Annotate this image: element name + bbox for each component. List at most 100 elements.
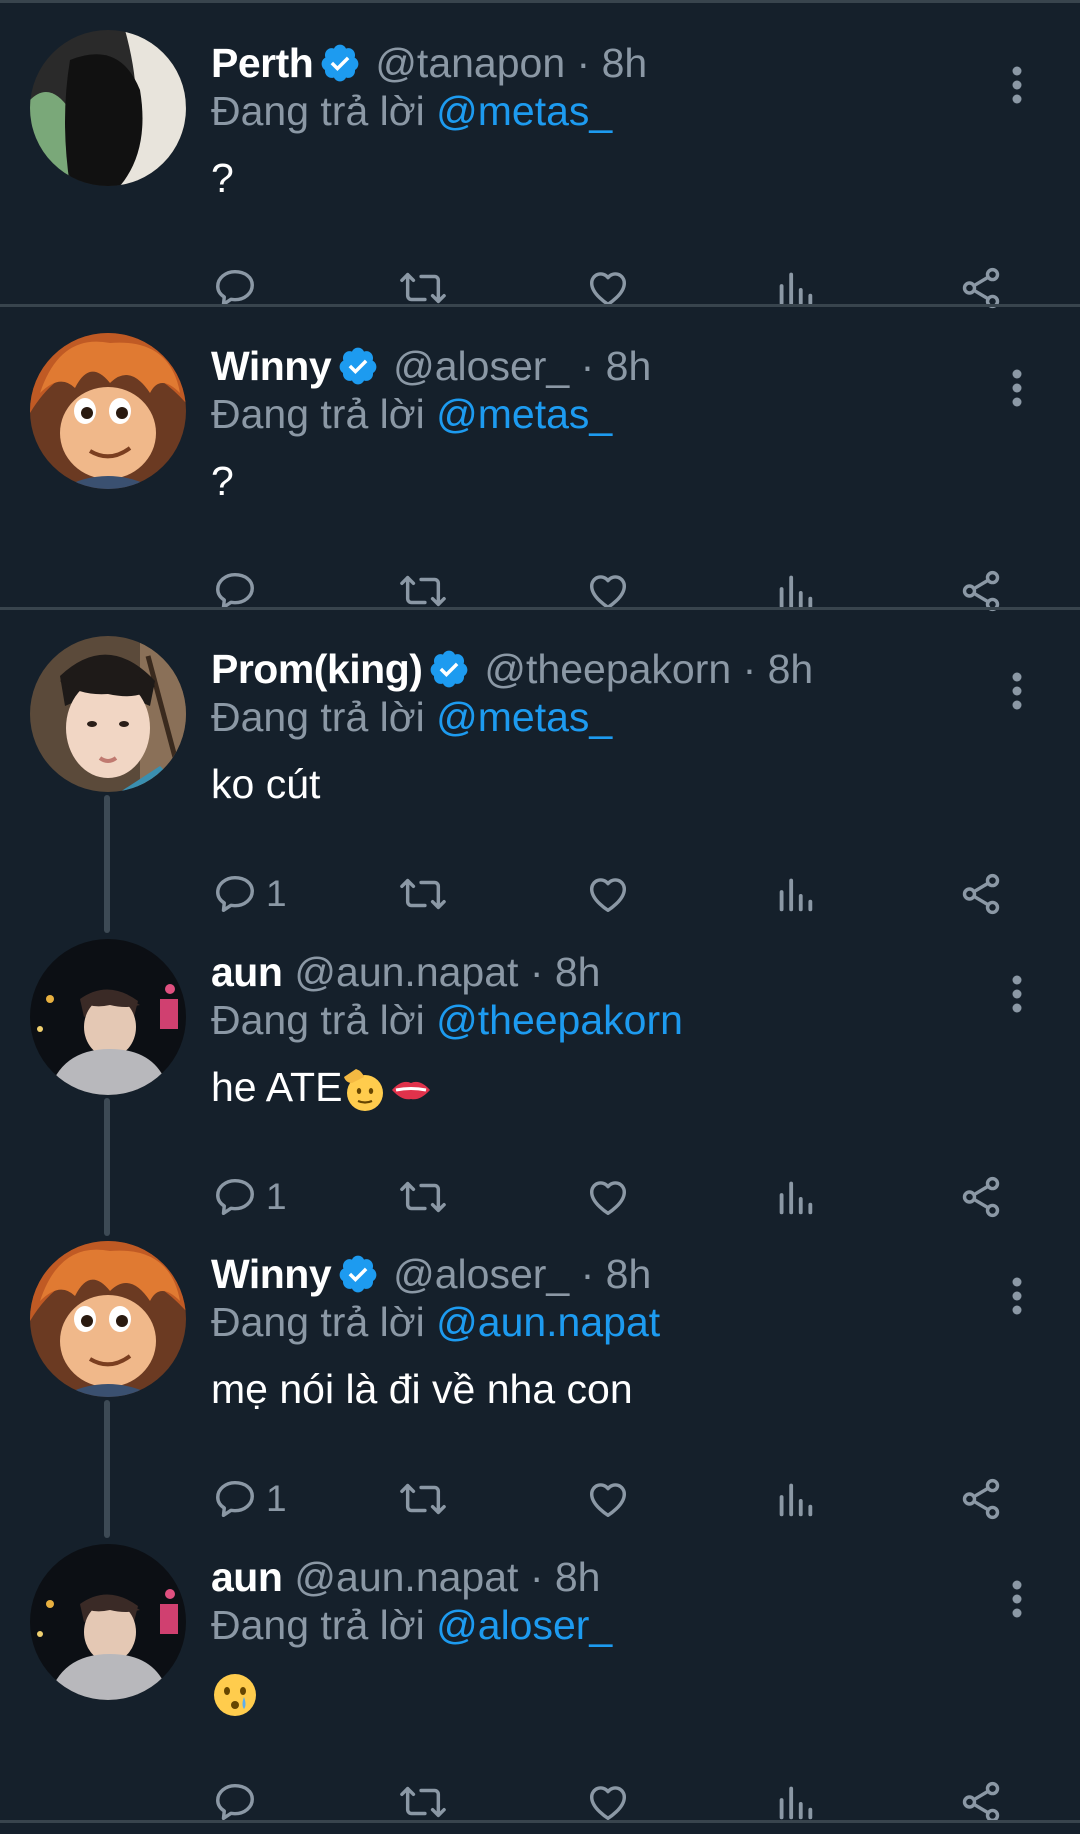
reply-button[interactable]: [212, 1770, 266, 1834]
reply-button[interactable]: 1: [212, 1467, 287, 1531]
share-button[interactable]: [958, 1165, 1004, 1229]
tweet-text: ko cút: [211, 761, 321, 807]
share-button[interactable]: [958, 1467, 1004, 1531]
reply-icon: [216, 875, 254, 913]
like-button[interactable]: [585, 1467, 631, 1531]
mention-link[interactable]: @metas_: [436, 391, 612, 437]
share-icon: [962, 1781, 1000, 1823]
replying-to: Đang trả lời @aun.napat: [211, 1297, 660, 1347]
tweet-text: he ATE: [211, 1064, 343, 1110]
handle-and-time[interactable]: @aloser_ · 8h: [393, 341, 651, 391]
more-options-icon[interactable]: [1003, 969, 1031, 1019]
display-name[interactable]: Prom(king): [211, 644, 423, 694]
views-icon: [779, 878, 813, 912]
share-button[interactable]: [958, 862, 1004, 926]
handle-and-time[interactable]: @aun.napat · 8h: [294, 1552, 600, 1602]
verified-badge-icon: [339, 347, 377, 385]
display-name[interactable]: Perth: [211, 38, 314, 88]
share-icon: [962, 1478, 1000, 1520]
mention-link[interactable]: @aloser_: [436, 1602, 612, 1648]
retweet-button[interactable]: [398, 1467, 448, 1531]
retweet-icon: [400, 1483, 446, 1515]
views-button[interactable]: [772, 1165, 818, 1229]
views-button[interactable]: [772, 1467, 818, 1531]
replying-to: Đang trả lời @metas_: [211, 692, 612, 742]
saluting-face-emoji: [344, 1069, 384, 1112]
like-button[interactable]: [585, 256, 631, 320]
retweet-button[interactable]: [398, 256, 448, 320]
views-button[interactable]: [772, 1770, 818, 1834]
views-icon: [779, 1786, 813, 1820]
reply-button[interactable]: 1: [212, 862, 287, 926]
more-options-icon[interactable]: [1003, 60, 1031, 110]
tweet-header: Winny @aloser_ · 8h: [211, 341, 651, 391]
handle-and-time[interactable]: @aun.napat · 8h: [294, 947, 600, 997]
share-icon: [962, 1176, 1000, 1218]
replying-to-label: Đang trả lời: [211, 694, 437, 740]
retweet-button[interactable]: [398, 559, 448, 623]
replying-to-label: Đang trả lời: [211, 391, 437, 437]
face-holding-back-tears-emoji: [214, 1674, 256, 1717]
avatar[interactable]: [30, 636, 186, 792]
retweet-button[interactable]: [398, 1165, 448, 1229]
more-options-icon[interactable]: [1003, 363, 1031, 413]
avatar[interactable]: [30, 939, 186, 1095]
verified-badge-icon: [321, 44, 359, 82]
retweet-button[interactable]: [398, 862, 448, 926]
display-name[interactable]: aun: [211, 947, 283, 997]
handle-and-time[interactable]: @tanapon · 8h: [375, 38, 647, 88]
action-bar: [0, 256, 1080, 320]
tweet-text-row: [211, 1667, 259, 1719]
mention-link[interactable]: @metas_: [436, 694, 612, 740]
like-icon: [589, 1483, 627, 1518]
reply-button[interactable]: 1: [212, 1165, 287, 1229]
avatar[interactable]: [30, 1241, 186, 1397]
replying-to: Đang trả lời @metas_: [211, 389, 612, 439]
like-button[interactable]: [585, 1770, 631, 1834]
action-bar: [0, 559, 1080, 623]
verified-badge-icon: [339, 1255, 377, 1293]
verified-badge-icon: [431, 650, 468, 688]
display-name[interactable]: Winny: [211, 341, 332, 391]
display-name[interactable]: Winny: [211, 1249, 332, 1299]
share-button[interactable]: [958, 559, 1004, 623]
avatar[interactable]: [30, 30, 186, 186]
views-button[interactable]: [772, 862, 818, 926]
reply-button[interactable]: [212, 559, 266, 623]
more-options-icon[interactable]: [1003, 1574, 1031, 1624]
reply-count: 1: [266, 1478, 287, 1519]
replying-to-label: Đang trả lời: [211, 1299, 437, 1345]
replying-to: Đang trả lời @metas_: [211, 86, 612, 136]
tweet-header: Winny @aloser_ · 8h: [211, 1249, 651, 1299]
like-button[interactable]: [585, 862, 631, 926]
action-bar: [0, 1770, 1080, 1834]
reply-feed: Perth @tanapon · 8h Đang trả lời @metas_…: [0, 0, 1080, 1825]
views-button[interactable]: [772, 559, 818, 623]
avatar[interactable]: [30, 333, 186, 489]
reply-count: 1: [266, 1176, 287, 1217]
tweet-text: ?: [211, 155, 234, 201]
replying-to: Đang trả lời @aloser_: [211, 1600, 612, 1650]
like-button[interactable]: [585, 1165, 631, 1229]
tweet-text: mẹ nói là đi về nha con: [211, 1366, 633, 1412]
display-name[interactable]: aun: [211, 1552, 283, 1602]
divider: [0, 0, 1080, 3]
replying-to-label: Đang trả lời: [211, 1602, 437, 1648]
reply-button[interactable]: [212, 256, 266, 320]
more-options-icon[interactable]: [1003, 1271, 1031, 1321]
handle-and-time[interactable]: @theepakorn · 8h: [484, 644, 813, 694]
mention-link[interactable]: @aun.napat: [436, 1299, 660, 1345]
share-button[interactable]: [958, 256, 1004, 320]
share-button[interactable]: [958, 1770, 1004, 1834]
more-options-icon[interactable]: [1003, 666, 1031, 716]
like-button[interactable]: [585, 559, 631, 623]
views-button[interactable]: [772, 256, 818, 320]
views-icon: [779, 1483, 813, 1517]
avatar[interactable]: [30, 1544, 186, 1700]
tweet-text-row: he ATE: [211, 1062, 434, 1113]
handle-and-time[interactable]: @aloser_ · 8h: [393, 1249, 651, 1299]
retweet-icon: [400, 878, 446, 910]
mention-link[interactable]: @theepakorn: [436, 997, 683, 1043]
mention-link[interactable]: @metas_: [436, 88, 612, 134]
retweet-button[interactable]: [398, 1770, 448, 1834]
